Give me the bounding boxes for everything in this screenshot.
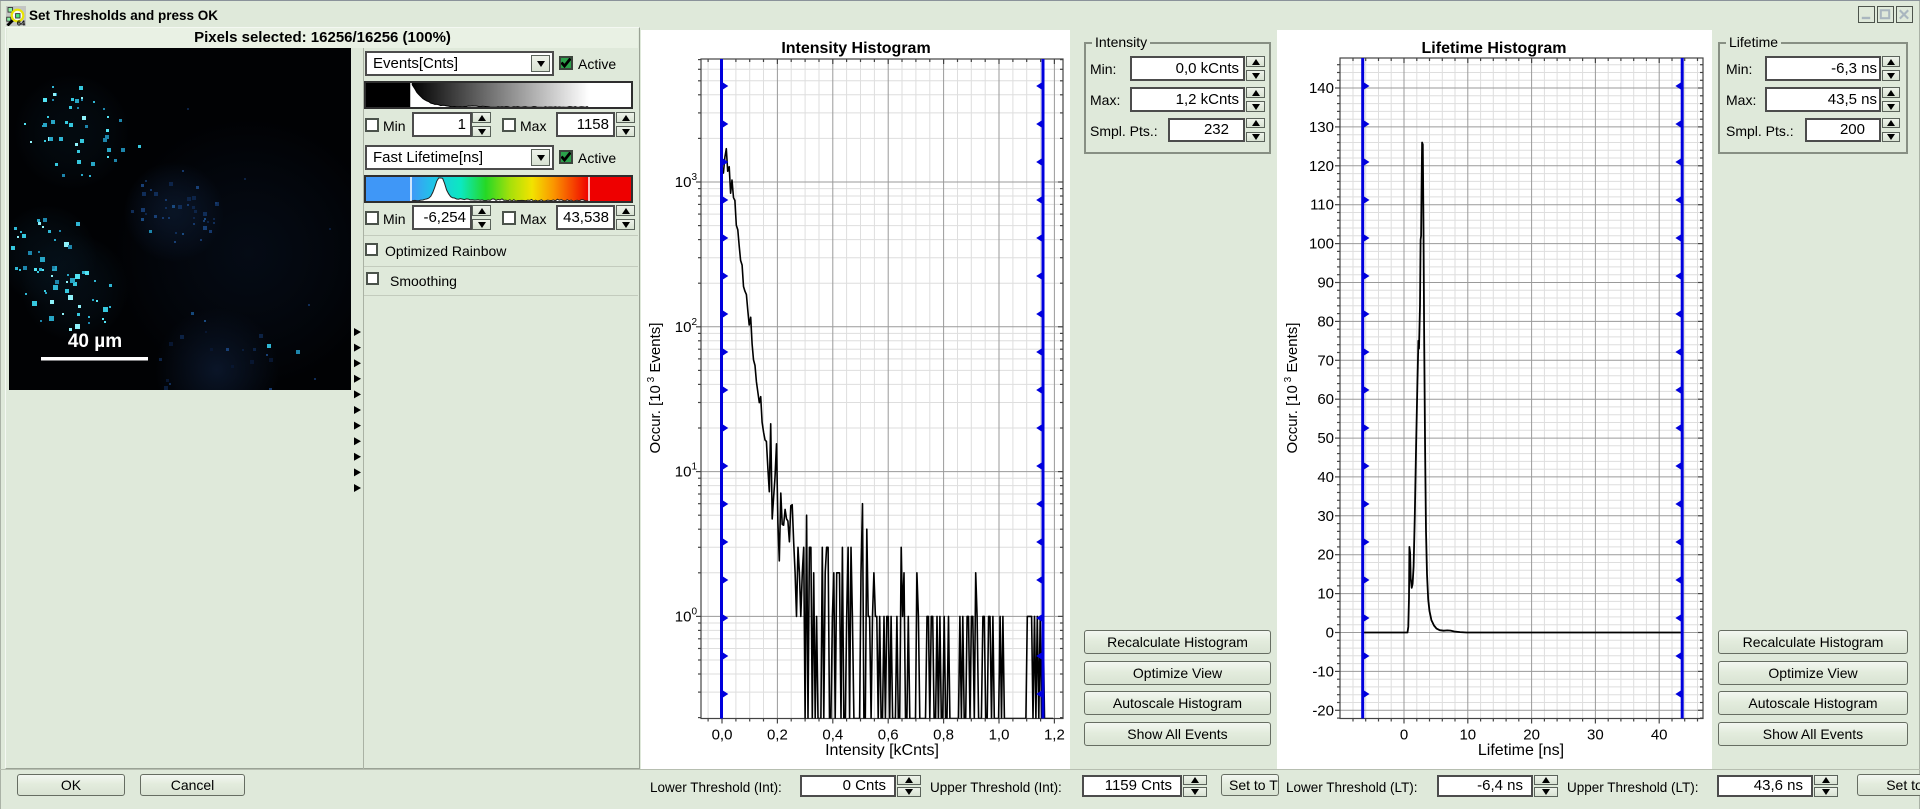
svg-text:60: 60: [1317, 391, 1334, 408]
svg-text:80: 80: [1317, 313, 1334, 330]
svg-text:50: 50: [1317, 430, 1334, 447]
svg-text:Lifetime Histogram: Lifetime Histogram: [1422, 40, 1567, 57]
svg-text:0,2: 0,2: [767, 727, 788, 744]
svg-text:0: 0: [1400, 727, 1408, 744]
svg-text:0,8: 0,8: [933, 727, 954, 744]
svg-text:Occur. [10 3 Events]: Occur. [10 3 Events]: [646, 323, 664, 454]
svg-text:20: 20: [1317, 547, 1334, 564]
svg-text:140: 140: [1309, 80, 1334, 97]
svg-text:100: 100: [1309, 236, 1334, 253]
svg-text:30: 30: [1587, 727, 1604, 744]
svg-text:Lifetime [ns]: Lifetime [ns]: [1478, 742, 1564, 759]
svg-text:0,0: 0,0: [712, 727, 733, 744]
svg-text:120: 120: [1309, 158, 1334, 175]
svg-text:0,6: 0,6: [878, 727, 899, 744]
svg-text:1,2: 1,2: [1044, 727, 1065, 744]
svg-text:40 µm: 40 µm: [68, 331, 122, 352]
svg-text:110: 110: [1310, 197, 1334, 214]
svg-text:130: 130: [1309, 119, 1334, 136]
svg-text:90: 90: [1317, 275, 1334, 292]
svg-text:0,4: 0,4: [822, 727, 843, 744]
svg-text:-20: -20: [1312, 702, 1334, 719]
svg-text:40: 40: [1651, 727, 1668, 744]
svg-text:Intensity [kCnts]: Intensity [kCnts]: [825, 742, 939, 759]
svg-text:64: 64: [17, 18, 26, 26]
svg-text:0: 0: [1326, 625, 1334, 642]
svg-text:-10: -10: [1312, 663, 1334, 680]
svg-text:70: 70: [1317, 352, 1334, 369]
svg-text:20: 20: [1523, 727, 1540, 744]
svg-text:40: 40: [1317, 469, 1334, 486]
svg-text:10: 10: [1317, 586, 1334, 603]
svg-text:30: 30: [1317, 508, 1334, 525]
svg-text:10: 10: [1459, 727, 1476, 744]
svg-text:1,0: 1,0: [989, 727, 1010, 744]
svg-text:Intensity Histogram: Intensity Histogram: [781, 40, 930, 57]
svg-text:Occur. [10 3 Events]: Occur. [10 3 Events]: [1283, 323, 1301, 454]
